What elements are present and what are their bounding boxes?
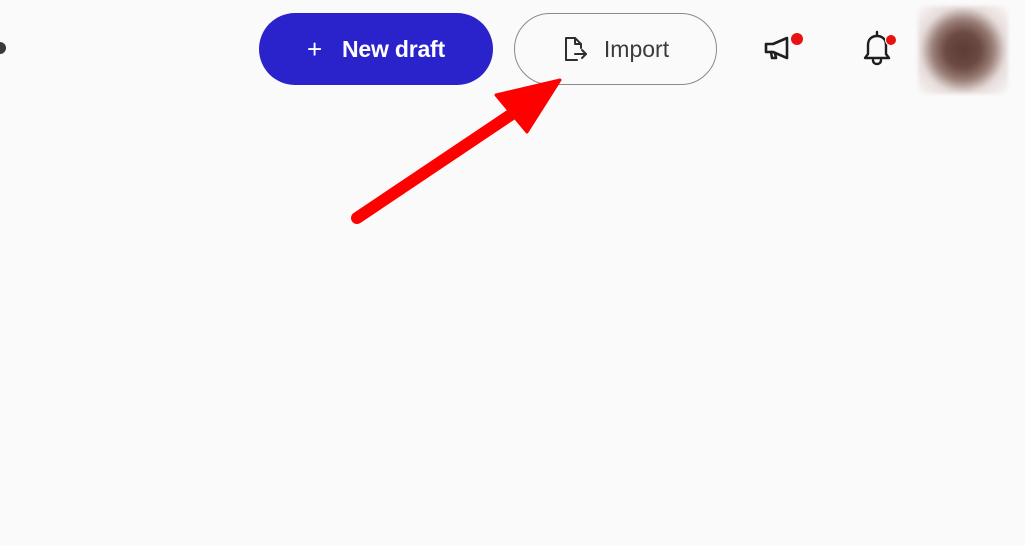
new-draft-button[interactable]: + New draft: [259, 13, 493, 85]
plus-icon: +: [307, 34, 322, 64]
top-bar: + New draft Import: [0, 0, 1025, 96]
announcements-badge: [791, 33, 803, 45]
announcements-button[interactable]: [757, 26, 803, 70]
edge-indicator: [0, 42, 6, 54]
import-label: Import: [603, 35, 670, 62]
file-export-icon: [562, 35, 588, 63]
import-button[interactable]: Import: [514, 13, 717, 85]
notifications-button[interactable]: [855, 26, 899, 70]
new-draft-label: New draft: [341, 35, 445, 62]
avatar[interactable]: [918, 6, 1008, 94]
notifications-badge: [885, 34, 897, 46]
